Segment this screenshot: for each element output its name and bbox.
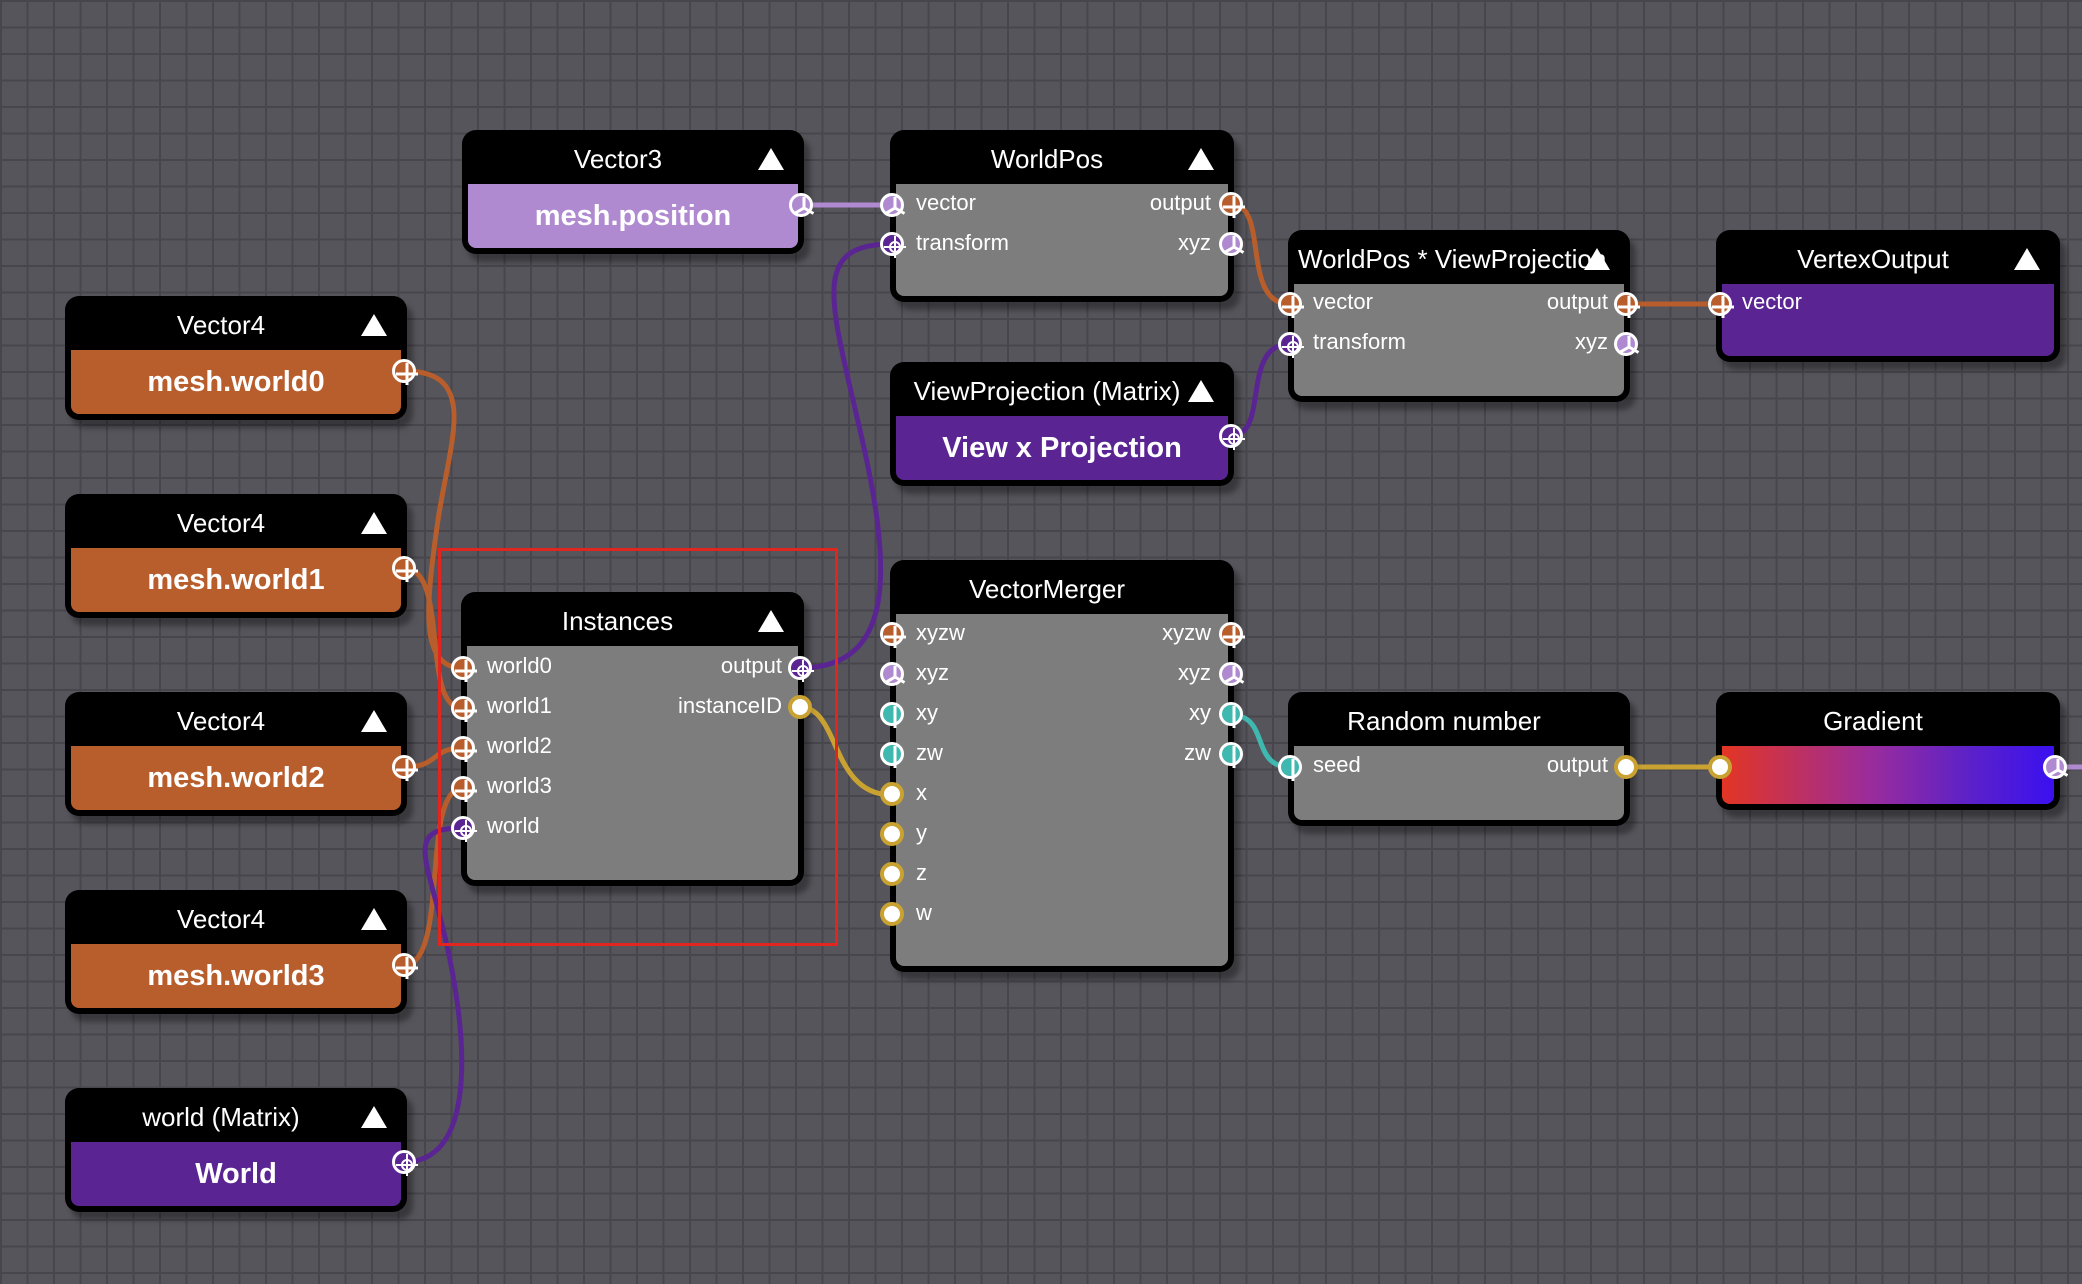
vec2-socket-icon[interactable]	[880, 742, 904, 768]
float-socket-icon[interactable]	[1708, 755, 1732, 779]
port-label-output: output	[1546, 289, 1608, 314]
port-label-xyzw: xyzw	[916, 620, 965, 645]
vector3-node[interactable]: Vector3 mesh.position	[462, 130, 804, 254]
vec4-socket-icon[interactable]	[880, 622, 906, 648]
node-title: VectorMerger	[968, 574, 1126, 604]
node-value: mesh.world3	[147, 959, 325, 992]
vector4-node-world2[interactable]: Vector4 mesh.world2	[65, 692, 407, 816]
vec4-socket-icon[interactable]	[392, 556, 418, 582]
selection-highlight	[438, 548, 838, 946]
collapse-icon[interactable]	[361, 512, 387, 534]
node-title: world (Matrix)	[142, 1102, 300, 1132]
node-value: View x Projection	[942, 431, 1182, 464]
world-matrix-node[interactable]: world (Matrix) World	[65, 1088, 407, 1212]
vec3-socket-icon[interactable]	[880, 193, 906, 217]
node-title: Random number	[1347, 706, 1541, 736]
node-title: WorldPos	[990, 144, 1104, 174]
worldpos-viewprojection-node[interactable]: WorldPos * ViewProjection	[1288, 230, 1630, 402]
matrix-socket-icon[interactable]	[1219, 424, 1245, 450]
port-label-xyz: xyz	[1575, 329, 1608, 354]
node-title: Vector4	[176, 706, 266, 736]
port-label-xyz: xyz	[1178, 660, 1211, 685]
vec4-socket-icon[interactable]	[1278, 292, 1304, 318]
vec2-socket-icon[interactable]	[880, 702, 904, 728]
node-value: mesh.world2	[147, 761, 325, 794]
port-label-x: x	[916, 780, 927, 805]
node-title: Vector4	[176, 904, 266, 934]
port-label-seed: seed	[1313, 752, 1361, 777]
float-socket-icon[interactable]	[880, 862, 904, 886]
float-socket-icon[interactable]	[880, 822, 904, 846]
vector4-node-world1[interactable]: Vector4 mesh.world1	[65, 494, 407, 618]
vec3-socket-icon[interactable]	[789, 193, 815, 217]
collapse-icon[interactable]	[2014, 248, 2040, 270]
port-label-w: w	[916, 900, 932, 925]
vec4-socket-icon[interactable]	[1614, 292, 1640, 318]
port-label-xy: xy	[1189, 700, 1211, 725]
node-title: VertexOutput	[1797, 244, 1949, 274]
vec3-socket-icon[interactable]	[2043, 755, 2069, 779]
collapse-icon[interactable]	[361, 710, 387, 732]
port-label-zw: zw	[916, 740, 943, 765]
vec4-socket-icon[interactable]	[392, 755, 418, 781]
collapse-icon[interactable]	[1188, 380, 1214, 402]
node-title: Gradient	[1823, 706, 1923, 736]
node-title: Vector4	[176, 310, 266, 340]
vector4-node-world3[interactable]: Vector4 mesh.world3	[65, 890, 407, 1014]
collapse-icon[interactable]	[361, 1106, 387, 1128]
matrix-socket-icon[interactable]	[880, 232, 906, 258]
node-value: mesh.position	[534, 199, 732, 232]
collapse-icon[interactable]	[1584, 248, 1610, 270]
vec4-socket-icon[interactable]	[392, 953, 418, 979]
port-label-vector: vector	[1742, 289, 1802, 314]
port-label-xyzw: xyzw	[1162, 620, 1211, 645]
collapse-icon[interactable]	[361, 908, 387, 930]
collapse-icon[interactable]	[758, 148, 784, 170]
float-socket-icon[interactable]	[1614, 755, 1638, 779]
vec3-socket-icon[interactable]	[1219, 232, 1245, 256]
port-label-z: z	[916, 860, 927, 885]
vec3-socket-icon[interactable]	[1219, 662, 1245, 686]
port-label-xyz: xyz	[1178, 230, 1211, 255]
vec4-socket-icon[interactable]	[1708, 292, 1734, 318]
vec4-socket-icon[interactable]	[1219, 192, 1245, 218]
gradient-node[interactable]: Gradient	[1716, 692, 2060, 810]
vec2-socket-icon[interactable]	[1219, 702, 1243, 728]
vec2-socket-icon[interactable]	[1278, 755, 1302, 781]
worldpos-node[interactable]: WorldPos	[890, 130, 1234, 302]
matrix-socket-icon[interactable]	[1278, 332, 1304, 358]
node-title: Vector4	[176, 508, 266, 538]
node-title: WorldPos * ViewProjection	[1298, 244, 1607, 274]
port-label-vector: vector	[1313, 289, 1373, 314]
vec4-socket-icon[interactable]	[1219, 622, 1245, 648]
port-label-zw: zw	[1184, 740, 1211, 765]
port-label-transform: transform	[1313, 329, 1406, 354]
vec2-socket-icon[interactable]	[1219, 742, 1243, 768]
matrix-socket-icon[interactable]	[392, 1150, 418, 1176]
port-label-output: output	[1149, 190, 1211, 215]
node-value: mesh.world0	[147, 365, 325, 398]
node-title: Vector3	[573, 144, 663, 174]
vec3-socket-icon[interactable]	[880, 662, 906, 686]
float-socket-icon[interactable]	[880, 902, 904, 926]
vector4-node-world0[interactable]: Vector4 mesh.world0	[65, 296, 407, 420]
port-label-xyz: xyz	[916, 660, 949, 685]
collapse-icon[interactable]	[1188, 148, 1214, 170]
node-title: ViewProjection (Matrix)	[913, 376, 1181, 406]
port-label-xy: xy	[916, 700, 938, 725]
node-value: mesh.world1	[147, 563, 325, 596]
node-value: World	[195, 1157, 277, 1190]
port-label-vector: vector	[916, 190, 976, 215]
float-socket-icon[interactable]	[880, 782, 904, 806]
vec3-socket-icon[interactable]	[1614, 332, 1640, 356]
viewprojection-node[interactable]: ViewProjection (Matrix) View x Projectio…	[890, 362, 1234, 486]
vec4-socket-icon[interactable]	[392, 359, 418, 385]
port-label-y: y	[916, 820, 927, 845]
port-label-output: output	[1546, 752, 1608, 777]
collapse-icon[interactable]	[361, 314, 387, 336]
port-label-transform: transform	[916, 230, 1009, 255]
